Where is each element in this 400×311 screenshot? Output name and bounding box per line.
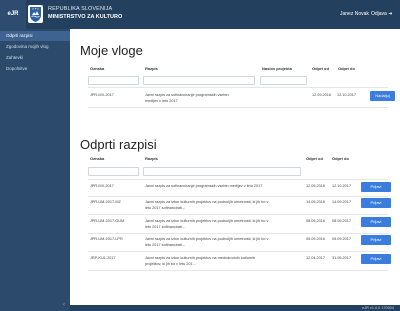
column-header-odprt-do: Odprt do [332,156,349,161]
column-header-odprt-od: Odprt od [306,156,323,161]
sidebar-item-odprti-razpisi[interactable]: Odprti razpisi [0,31,70,41]
vloga-oznaka: JPR-MX-2017 [90,93,114,97]
vloga-odprt-do: 12.10.2017 [337,93,357,97]
divider [88,233,388,234]
section-title-moje-vloge: Moje vloge [80,43,143,58]
organization-ministry: MINISTRSTVO ZA KULTURO [48,14,123,20]
razpis-naziv-line1: Javni razpis za izbor kulturnih projekto… [145,200,269,204]
vloga-razpis-line2: medijev v letu 2017 [145,99,178,103]
divider [88,179,388,180]
razpis-odprt-do: 05.09.2017 [332,237,352,241]
logout-link[interactable]: Odjava ➜ [371,11,392,17]
section-title-odprti-razpisi: Odprti razpisi [80,137,157,152]
vloga-odprt-od: 12.09.2016 [312,93,332,97]
app-version: eJR v1.0.0 170504 [362,306,394,310]
razpis-naziv-line1: Javni razpis za sofinanciranje programsk… [145,184,263,188]
filter-naslov-input[interactable] [260,76,307,85]
filter-oznaka-input[interactable] [88,76,139,85]
column-header-odprt-od: Odprt od [312,66,329,71]
razpis-odprt-do: 08.09.2017 [332,219,352,223]
coat-of-arms-icon [28,5,43,23]
divider [88,87,388,88]
sidebar-item-zahtevki[interactable]: Zahtevki [0,53,70,63]
razpis-oznaka: JPR-UM-2017-GUM [90,219,125,223]
divider [88,251,388,252]
top-bar: eJR REPUBLIKA SLOVENIJA MINISTRSTVO ZA K… [0,0,400,29]
prijavi-button[interactable]: Prijavi [361,182,391,192]
razpis-naziv-line1: Javni razpis za izbor kulturnih projekto… [145,219,269,223]
filter-razpis-input[interactable] [143,167,301,176]
razpis-naziv-line2: projektov, ki jih bo v letu 201... [145,262,196,266]
divider [88,196,388,197]
razpis-odprt-do: 12.10.2017 [332,184,352,188]
nadaljuj-button[interactable]: Nadaljuj [370,91,395,101]
razpis-odprt-do: 14.09.2017 [332,200,352,204]
razpis-odprt-od: 05.09.2016 [306,237,326,241]
filter-oznaka-input[interactable] [88,167,139,176]
prijavi-button[interactable]: Prijavi [361,235,391,245]
chevron-left-icon[interactable]: ‹ [63,302,65,308]
column-header-razpis: Razpis [145,66,158,71]
column-header-odprt-do: Odprt do [338,66,355,71]
filter-razpis-input[interactable] [143,76,255,85]
user-name[interactable]: Janez Novak [340,11,369,17]
divider [88,270,388,271]
column-header-oznaka: Oznaka [90,156,105,161]
razpis-naziv-line1: Javni razpis za izbor kulturnih projekto… [145,256,256,260]
razpis-odprt-od: 14.09.2016 [306,200,326,204]
vloga-razpis-line1: Javni razpis za sofinanciranje programsk… [145,93,229,97]
prijavi-button[interactable]: Prijavi [361,217,391,227]
organization-country: REPUBLIKA SLOVENIJA [48,6,113,12]
razpis-naziv-line2: letu 2017 sofinancirati... [145,206,186,210]
main-content: Moje vloge Oznaka Razpis Naslov projekta… [70,29,400,305]
prijavi-button[interactable]: Prijavi [361,254,391,264]
app-logo[interactable]: eJR [0,0,26,29]
razpis-odprt-od: 12.09.2016 [306,184,326,188]
razpis-naziv-line1: Javni razpis za izbor kulturnih projekto… [145,237,269,241]
sidebar-item-zgodovina-vlog[interactable]: Zgodovina mojih vlog [0,42,70,52]
razpis-odprt-od: 08.09.2016 [306,219,326,223]
razpis-naziv-line2: letu 2017 sofinancirati... [145,225,186,229]
divider [88,107,388,108]
razpis-oznaka: JRP-KUL-2017 [90,256,116,260]
sidebar-item-dopolnitve[interactable]: Dopolnitve [0,64,70,74]
razpis-oznaka: JPR-MX-2017 [90,184,114,188]
column-header-razpis: Razpis [145,156,158,161]
footer: eJR v1.0.0 170504 [70,305,400,311]
razpis-naziv-line2: letu 2017 sofinancirati... [145,243,186,247]
column-header-oznaka: Oznaka [90,66,105,71]
sidebar: Odprti razpisi Zgodovina mojih vlog Zaht… [0,29,70,311]
divider [88,214,388,215]
razpis-odprt-do: 31.05.2017 [332,256,352,260]
prijavi-button[interactable]: Prijavi [361,198,391,208]
razpis-oznaka: JPR-UM-2017-MZ [90,200,121,204]
razpis-oznaka: JPR-UM-2017-LPR [90,237,123,241]
column-header-naslov-projekta: Naslov projekta [262,66,292,71]
razpis-odprt-od: 12.04.2017 [306,256,326,260]
